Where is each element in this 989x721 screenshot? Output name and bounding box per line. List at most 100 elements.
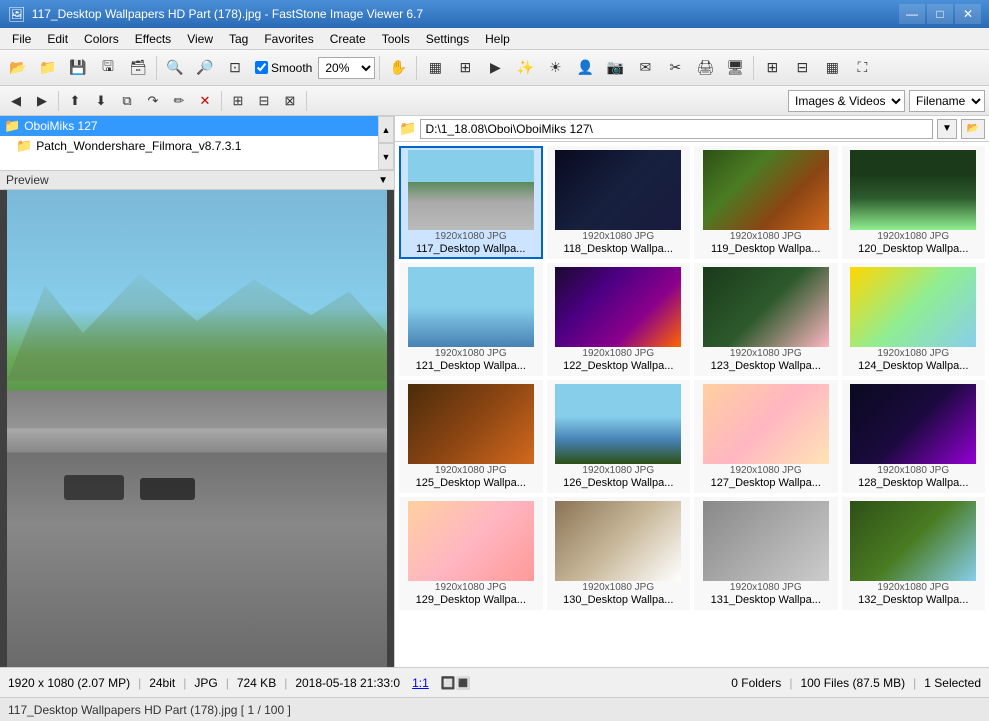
thumb-item-127[interactable]: 1920x1080 JPG127_Desktop Wallpa... [694,380,838,493]
menu-item-file[interactable]: File [4,30,39,48]
copy2-button[interactable]: ⧉ [115,89,139,113]
close-button[interactable]: ✕ [955,4,981,24]
thumb-item-125[interactable]: 1920x1080 JPG125_Desktop Wallpa... [399,380,543,493]
thumb-item-128[interactable]: 1920x1080 JPG128_Desktop Wallpa... [842,380,986,493]
nav-forward-button[interactable]: ▶ [30,89,54,113]
download-button[interactable]: ⬇ [89,89,113,113]
thumbsize1-button[interactable]: ⊞ [226,89,250,113]
grid-view2-button[interactable]: ⊟ [788,54,816,82]
upload-button[interactable]: ⬆ [63,89,87,113]
minimize-button[interactable]: — [899,4,925,24]
compare-button[interactable]: ▦ [421,54,449,82]
save-as-button[interactable]: 🖫 [94,54,122,82]
folder-tree[interactable]: ▲ ▼ 📁 OboiMiks 127 📁 Patch_Wondershare_F… [0,116,394,171]
thumb-item-132[interactable]: 1920x1080 JPG132_Desktop Wallpa... [842,497,986,610]
zoom-select[interactable]: 20% 10% 15% 25% 33% 50% 75% 100% [318,57,375,79]
mail-button[interactable]: ✉ [631,54,659,82]
smooth-checkbox-label[interactable]: Smooth [255,61,312,75]
main-content: ▲ ▼ 📁 OboiMiks 127 📁 Patch_Wondershare_F… [0,116,989,667]
menu-item-effects[interactable]: Effects [127,30,179,48]
tree-item-oboiMiks127[interactable]: 📁 OboiMiks 127 [0,116,394,136]
sun-button[interactable]: ☀ [541,54,569,82]
filter-dropdowns: Images & Videos Images Only Videos Only … [788,90,985,112]
smooth-checkbox[interactable] [255,61,268,74]
thumb-img-119 [703,150,829,230]
thumb-item-130[interactable]: 1920x1080 JPG130_Desktop Wallpa... [547,497,691,610]
crop-button[interactable]: ✂ [661,54,689,82]
thumbnail-view-button[interactable]: 🗃 [124,54,152,82]
thumb-item-126[interactable]: 1920x1080 JPG126_Desktop Wallpa... [547,380,691,493]
menu-item-favorites[interactable]: Favorites [256,30,321,48]
nav-sep-2 [221,91,222,111]
user-button[interactable]: 👤 [571,54,599,82]
address-input[interactable] [420,119,933,139]
thumbsize3-button[interactable]: ⊠ [278,89,302,113]
thumb-item-118[interactable]: 1920x1080 JPG118_Desktop Wallpa... [547,146,691,259]
thumb-name-132: 132_Desktop Wallpa... [846,594,982,606]
menu-item-colors[interactable]: Colors [76,30,127,48]
thumb-item-123[interactable]: 1920x1080 JPG123_Desktop Wallpa... [694,263,838,376]
fit-button[interactable]: ⊡ [221,54,249,82]
address-go-button[interactable]: ▼ [937,119,957,139]
print-button[interactable]: 🖨 [691,54,719,82]
menu-item-create[interactable]: Create [322,30,374,48]
grid-view3-button[interactable]: ▦ [818,54,846,82]
thumb-meta-120: 1920x1080 JPG [846,230,982,243]
zoom-in-button[interactable]: 🔍 [161,54,189,82]
selected-count: 1 Selected [924,676,981,690]
zoom-out-button[interactable]: 🔎 [191,54,219,82]
thumb-item-122[interactable]: 1920x1080 JPG122_Desktop Wallpa... [547,263,691,376]
thumbsize2-button[interactable]: ⊟ [252,89,276,113]
tree-item-patch[interactable]: 📁 Patch_Wondershare_Filmora_v8.7.3.1 [0,136,394,156]
delete-button[interactable]: ✕ [193,89,217,113]
thumb-item-119[interactable]: 1920x1080 JPG119_Desktop Wallpa... [694,146,838,259]
media-type-filter[interactable]: Images & Videos Images Only Videos Only … [788,90,905,112]
address-browse-button[interactable]: 📂 [961,119,985,139]
tree-scroll-up[interactable]: ▲ [378,116,394,143]
menu-item-tools[interactable]: Tools [374,30,418,48]
thumb-item-121[interactable]: 1920x1080 JPG121_Desktop Wallpa... [399,263,543,376]
save-button[interactable]: 💾 [64,54,92,82]
nav-back-button[interactable]: ◀ [4,89,28,113]
thumb-name-126: 126_Desktop Wallpa... [551,477,687,489]
slideshow-button[interactable]: ▶ [481,54,509,82]
thumb-name-122: 122_Desktop Wallpa... [551,360,687,372]
enhance-button[interactable]: ✨ [511,54,539,82]
camera-button[interactable]: 📷 [601,54,629,82]
thumb-name-129: 129_Desktop Wallpa... [403,594,539,606]
rename-button[interactable]: ✏ [167,89,191,113]
tree-item-label-2: Patch_Wondershare_Filmora_v8.7.3.1 [36,139,241,153]
move-button[interactable]: ↷ [141,89,165,113]
thumbnail-grid[interactable]: 1920x1080 JPG117_Desktop Wallpa...1920x1… [395,142,989,667]
hand-tool-button[interactable]: ✋ [384,54,412,82]
thumb-item-120[interactable]: 1920x1080 JPG120_Desktop Wallpa... [842,146,986,259]
grid-view1-button[interactable]: ⊞ [758,54,786,82]
file-count: 100 Files (87.5 MB) [800,676,905,690]
thumb-item-129[interactable]: 1920x1080 JPG129_Desktop Wallpa... [399,497,543,610]
open-folder-button[interactable]: 📁 [34,54,62,82]
fullscreen-button[interactable]: ⛶ [848,54,876,82]
maximize-button[interactable]: □ [927,4,953,24]
tree-scroll-down[interactable]: ▼ [378,143,394,170]
thumb-img-129 [408,501,534,581]
open-button[interactable]: 📂 [4,54,32,82]
menu-item-help[interactable]: Help [477,30,518,48]
menu-item-settings[interactable]: Settings [418,30,477,48]
preview-label: Preview ▼ [0,171,394,190]
thumb-name-128: 128_Desktop Wallpa... [846,477,982,489]
thumb-img-127 [703,384,829,464]
thumb-item-117[interactable]: 1920x1080 JPG117_Desktop Wallpa... [399,146,543,259]
thumb-item-124[interactable]: 1920x1080 JPG124_Desktop Wallpa... [842,263,986,376]
thumb-name-118: 118_Desktop Wallpa... [551,243,687,255]
batch-button[interactable]: ⊞ [451,54,479,82]
sort-filter[interactable]: Filename Date Size Type [909,90,985,112]
resolution: 1920 x 1080 (2.07 MP) [8,676,130,690]
thumb-name-119: 119_Desktop Wallpa... [698,243,834,255]
monitor-button[interactable]: 🖥 [721,54,749,82]
preview-toggle[interactable]: ▼ [378,175,388,186]
thumb-item-131[interactable]: 1920x1080 JPG131_Desktop Wallpa... [694,497,838,610]
thumb-name-125: 125_Desktop Wallpa... [403,477,539,489]
menu-item-tag[interactable]: Tag [221,30,256,48]
menu-item-view[interactable]: View [179,30,221,48]
menu-item-edit[interactable]: Edit [39,30,76,48]
